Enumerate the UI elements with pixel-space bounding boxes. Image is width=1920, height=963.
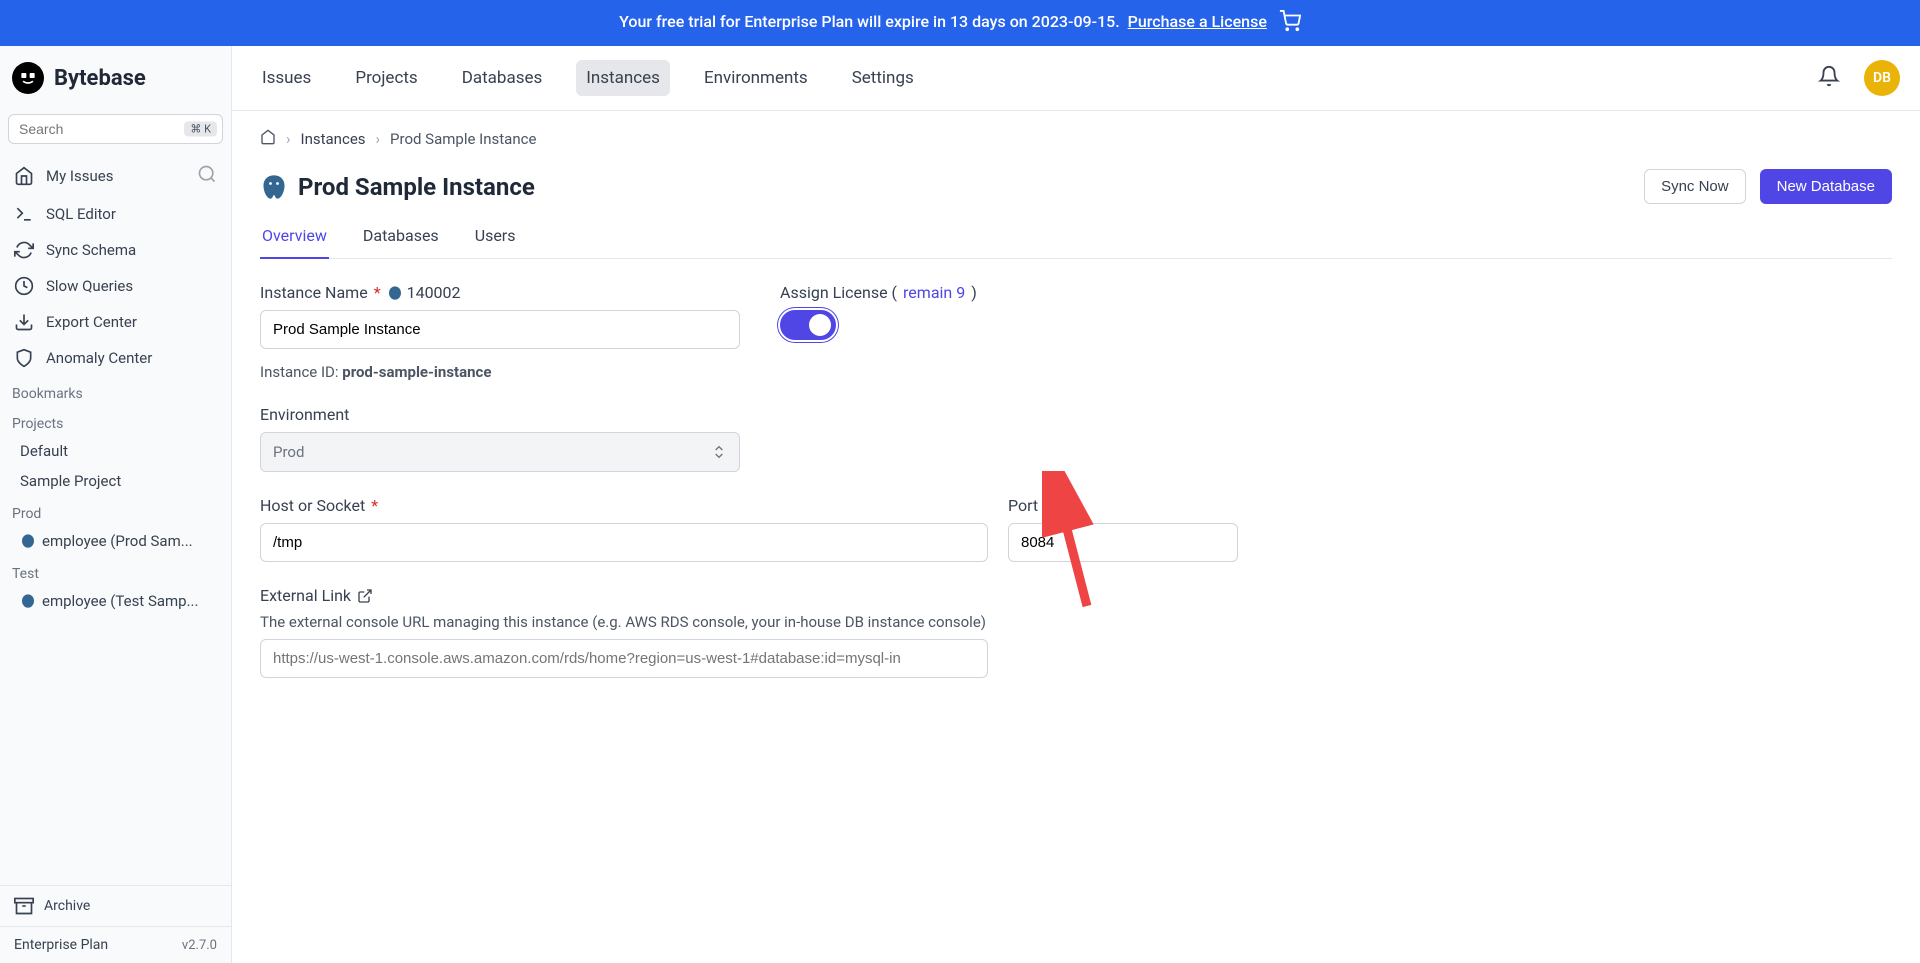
- search-kbd: ⌘ K: [184, 122, 217, 137]
- chevron-right-icon: ›: [376, 130, 381, 148]
- sync-icon: [14, 240, 34, 260]
- db-employee-prod[interactable]: employee (Prod Sam...: [0, 526, 231, 556]
- home-icon: [14, 166, 34, 186]
- env-test-label: Test: [0, 556, 231, 586]
- breadcrumb: › Instances › Prod Sample Instance: [260, 129, 1892, 149]
- host-label: Host or Socket: [260, 496, 365, 515]
- trial-banner: Your free trial for Enterprise Plan will…: [0, 0, 1920, 46]
- nav-instances[interactable]: Instances: [576, 60, 670, 96]
- chevron-up-down-icon: [711, 444, 727, 460]
- main: Issues Projects Databases Instances Envi…: [232, 46, 1920, 963]
- search-icon[interactable]: [197, 164, 217, 188]
- bookmarks-label: Bookmarks: [0, 376, 231, 406]
- port-input[interactable]: [1008, 523, 1238, 562]
- breadcrumb-current: Prod Sample Instance: [390, 130, 536, 148]
- external-link-label: External Link: [260, 586, 351, 605]
- project-default[interactable]: Default: [0, 436, 231, 466]
- environment-select[interactable]: Prod: [260, 432, 740, 472]
- sidebar-item-sql-editor[interactable]: SQL Editor: [0, 196, 231, 232]
- env-prod-label: Prod: [0, 496, 231, 526]
- side-nav: My Issues SQL Editor Sync Schema Slow Qu…: [0, 152, 231, 885]
- sidebar-item-slow-queries[interactable]: Slow Queries: [0, 268, 231, 304]
- instance-name-group: Instance Name* 140002 Instance ID: prod-…: [260, 283, 740, 381]
- environment-group: Environment Prod: [260, 405, 740, 472]
- logo-text: Bytebase: [54, 66, 146, 91]
- gauge-icon: [14, 276, 34, 296]
- instance-id-row: Instance ID: prod-sample-instance: [260, 363, 740, 381]
- db-employee-test[interactable]: employee (Test Samp...: [0, 586, 231, 616]
- terminal-icon: [14, 204, 34, 224]
- external-link-group: External Link The external console URL m…: [260, 586, 1892, 678]
- instance-name-input[interactable]: [260, 310, 740, 349]
- instance-name-label: Instance Name: [260, 283, 368, 302]
- projects-label: Projects: [0, 406, 231, 436]
- download-icon: [14, 312, 34, 332]
- sidebar-item-export-center[interactable]: Export Center: [0, 304, 231, 340]
- tabs: Overview Databases Users: [260, 218, 1892, 259]
- sidebar-item-sync-schema[interactable]: Sync Schema: [0, 232, 231, 268]
- page-header: Prod Sample Instance Sync Now New Databa…: [260, 169, 1892, 204]
- tab-overview[interactable]: Overview: [260, 218, 329, 259]
- nav-settings[interactable]: Settings: [842, 60, 924, 96]
- license-label: Assign License (: [780, 283, 897, 302]
- host-input[interactable]: [260, 523, 988, 562]
- postgres-icon: [260, 173, 288, 201]
- nav-issues[interactable]: Issues: [252, 60, 321, 96]
- external-link-help: The external console URL managing this i…: [260, 613, 1892, 631]
- topnav: Issues Projects Databases Instances Envi…: [232, 46, 1920, 111]
- logo[interactable]: Bytebase: [0, 46, 231, 110]
- port-label: Port: [1008, 496, 1238, 515]
- sidebar-item-anomaly-center[interactable]: Anomaly Center: [0, 340, 231, 376]
- page-title: Prod Sample Instance: [298, 173, 535, 201]
- nav-environments[interactable]: Environments: [694, 60, 818, 96]
- home-icon[interactable]: [260, 129, 276, 149]
- version-label: v2.7.0: [182, 938, 217, 953]
- postgres-icon: [20, 533, 36, 549]
- external-link-icon: [357, 588, 373, 604]
- license-remain-link[interactable]: remain 9: [903, 283, 965, 302]
- bell-icon[interactable]: [1818, 65, 1840, 91]
- archive-icon: [14, 896, 34, 916]
- tab-databases[interactable]: Databases: [361, 218, 441, 259]
- port-group: Port: [1008, 496, 1238, 562]
- nav-databases[interactable]: Databases: [452, 60, 553, 96]
- search-box: ⌘ K: [8, 114, 223, 144]
- sync-now-button[interactable]: Sync Now: [1644, 169, 1746, 204]
- sidebar: Bytebase ⌘ K My Issues SQL Editor Sync S…: [0, 46, 232, 963]
- project-sample[interactable]: Sample Project: [0, 466, 231, 496]
- tab-users[interactable]: Users: [473, 218, 518, 259]
- sidebar-plan-footer: Enterprise Plan v2.7.0: [0, 926, 231, 963]
- shield-icon: [14, 348, 34, 368]
- external-link-input[interactable]: [260, 639, 988, 678]
- host-group: Host or Socket *: [260, 496, 988, 562]
- avatar[interactable]: DB: [1864, 60, 1900, 96]
- instance-badge: 140002: [387, 283, 461, 302]
- sidebar-archive[interactable]: Archive: [0, 885, 231, 926]
- banner-text: Your free trial for Enterprise Plan will…: [619, 12, 1120, 31]
- sidebar-item-my-issues[interactable]: My Issues: [0, 156, 231, 196]
- purchase-license-link[interactable]: Purchase a License: [1128, 12, 1267, 31]
- content: › Instances › Prod Sample Instance Prod …: [232, 111, 1920, 963]
- logo-icon: [12, 62, 44, 94]
- postgres-icon: [20, 593, 36, 609]
- assign-license-group: Assign License (remain 9): [780, 283, 977, 381]
- nav-projects[interactable]: Projects: [345, 60, 427, 96]
- postgres-icon: [387, 285, 403, 301]
- cart-icon[interactable]: [1279, 10, 1301, 36]
- breadcrumb-instances[interactable]: Instances: [301, 130, 366, 148]
- environment-label: Environment: [260, 405, 740, 424]
- plan-label[interactable]: Enterprise Plan: [14, 937, 108, 953]
- license-toggle[interactable]: [780, 310, 836, 340]
- new-database-button[interactable]: New Database: [1760, 169, 1892, 204]
- chevron-right-icon: ›: [286, 130, 291, 148]
